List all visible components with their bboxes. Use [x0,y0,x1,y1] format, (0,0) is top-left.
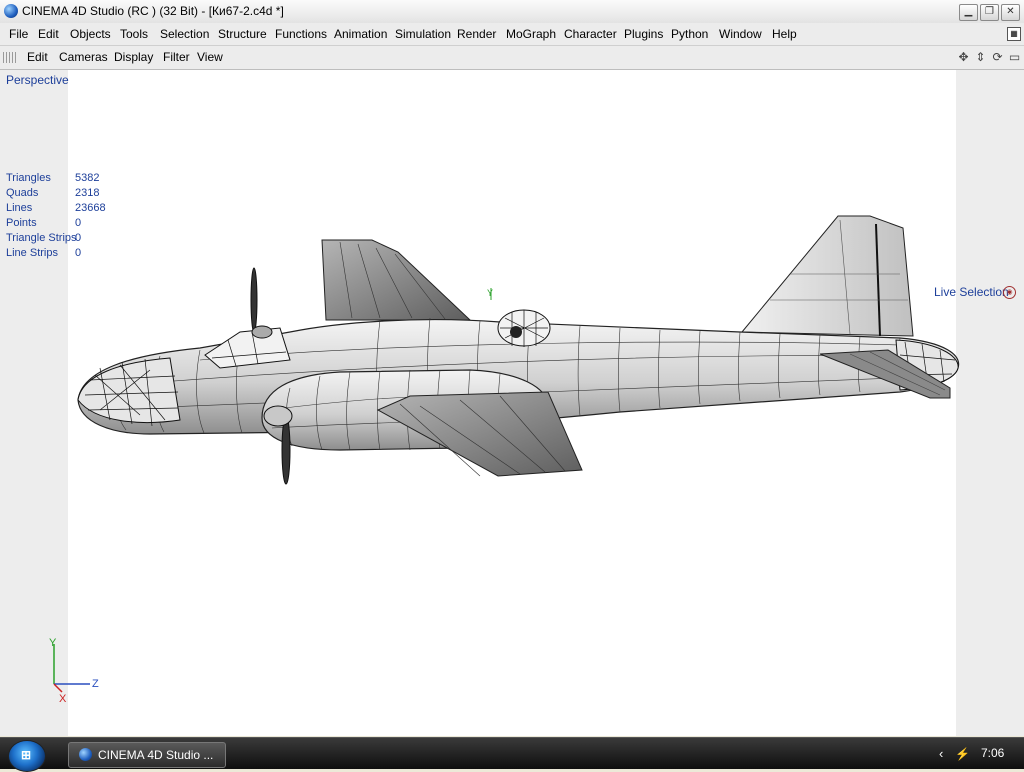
axis-y-label: Y [49,637,57,649]
layout-icon[interactable]: ▦ [1007,27,1021,41]
menu-edit[interactable]: Edit [38,23,59,45]
aircraft-wireframe-model[interactable]: Y [0,70,1024,736]
viewport-menu-cameras[interactable]: Cameras [59,46,108,69]
menu-simulation[interactable]: Simulation [395,23,451,45]
menu-functions[interactable]: Functions [275,23,327,45]
menu-animation[interactable]: Animation [334,23,387,45]
restore-button[interactable]: ❐ [980,4,999,21]
minimize-icon: ▁ [964,6,973,17]
viewport-menu-filter[interactable]: Filter [163,46,190,69]
menu-window[interactable]: Window [719,23,762,45]
panel-grip-icon[interactable] [3,52,17,63]
window-title: CINEMA 4D Studio (RC ) (32 Bit) - [Ки67-… [22,4,284,18]
minimize-button[interactable]: ▁ [959,4,978,21]
world-axis-gizmo: Y Z X [49,637,99,705]
main-menubar: File Edit Objects Tools Selection Struct… [0,23,1024,46]
close-button[interactable]: ✕ [1001,4,1020,21]
zoom-view-icon[interactable]: ⇕ [974,51,987,64]
move-view-icon[interactable]: ✥ [957,51,970,64]
title-bar: CINEMA 4D Studio (RC ) (32 Bit) - [Ки67-… [0,0,1024,24]
restore-icon: ❐ [985,6,994,17]
menu-plugins[interactable]: Plugins [624,23,663,45]
menu-selection[interactable]: Selection [160,23,209,45]
menu-character[interactable]: Character [564,23,617,45]
viewport-menu-view[interactable]: View [197,46,223,69]
model-axis-y-label: Y [487,288,493,298]
cinema4d-icon [79,748,92,761]
cinema4d-icon [4,4,18,18]
start-button[interactable]: ⊞ [8,740,46,772]
perspective-viewport[interactable]: Perspective Triangles 5382 Quads 2318 Li… [0,70,1024,736]
menu-structure[interactable]: Structure [218,23,267,45]
rotate-view-icon[interactable]: ⟳ [991,51,1004,64]
viewport-menu-display[interactable]: Display [114,46,153,69]
menu-python[interactable]: Python [671,23,708,45]
viewport-menubar: Edit Cameras Display Filter View ✥ ⇕ ⟳ ▭ [0,46,1024,70]
show-hidden-icons-arrow[interactable]: ‹ [939,746,943,761]
axis-x-label: X [59,693,67,705]
propeller-near [263,405,293,485]
menu-mograph[interactable]: MoGraph [506,23,556,45]
menu-tools[interactable]: Tools [120,23,148,45]
far-wing [321,239,472,321]
network-icon[interactable]: ⚡ [955,747,970,761]
taskbar-app-label: CINEMA 4D Studio ... [98,748,214,762]
menu-objects[interactable]: Objects [70,23,111,45]
menu-file[interactable]: File [9,23,28,45]
viewport-menu-edit[interactable]: Edit [27,46,48,69]
taskbar-app-button[interactable]: CINEMA 4D Studio ... [68,742,226,768]
windows-logo-icon: ⊞ [20,748,32,762]
maximize-view-icon[interactable]: ▭ [1008,51,1021,64]
menu-render[interactable]: Render [457,23,496,45]
menu-help[interactable]: Help [772,23,797,45]
clock[interactable]: 7:06 [981,746,1004,760]
tail-fin [740,215,914,337]
taskbar: ⊞ CINEMA 4D Studio ... [0,737,1024,772]
axis-z-label: Z [92,678,99,690]
close-icon: ✕ [1006,6,1015,17]
propeller-far [250,267,273,339]
